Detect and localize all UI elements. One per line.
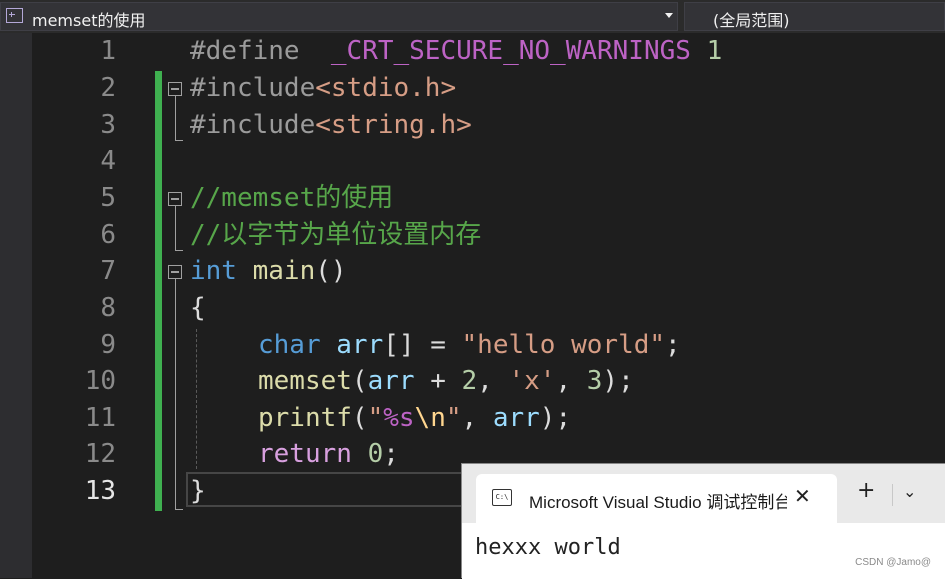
navigation-bar: memset的使用 (全局范围)	[0, 0, 945, 33]
token: _CRT_SECURE_NO_WARNINGS	[330, 36, 691, 66]
token: 0	[367, 439, 384, 469]
console-tab-bar: C:\ Microsoft Visual Studio 调试控制台 ✕ + ⌄	[462, 464, 945, 523]
line-content: #include<stdio.h>	[190, 70, 456, 107]
code-line: 10 memset(arr + 2, 'x', 3);	[0, 363, 945, 400]
token: int	[190, 256, 237, 286]
token: "	[367, 403, 384, 433]
token: return	[258, 439, 352, 469]
line-number: 12	[84, 439, 116, 469]
token: );	[602, 366, 634, 396]
code-line: 3 #include<string.h>	[0, 107, 945, 144]
line-content: printf("%s\n", arr);	[258, 400, 571, 437]
token: arr	[367, 366, 415, 396]
token: arr	[492, 403, 540, 433]
line-number: 10	[84, 366, 116, 396]
token: 2	[461, 366, 478, 396]
terminal-icon: C:\	[492, 489, 512, 506]
line-number: 11	[84, 403, 116, 433]
new-tab-button[interactable]: +	[857, 480, 875, 502]
console-output-area[interactable]: hexxx world	[462, 523, 945, 579]
token: (	[351, 366, 368, 396]
console-tab[interactable]: C:\ Microsoft Visual Studio 调试控制台 ✕	[476, 474, 837, 523]
line-number: 13	[84, 476, 116, 506]
line-content: memset(arr + 2, 'x', 3);	[258, 363, 634, 400]
token: 3	[586, 366, 603, 396]
token: ;	[383, 439, 399, 469]
line-content: #include<string.h>	[190, 107, 472, 144]
line-content: }	[190, 476, 206, 506]
line-number: 3	[100, 110, 116, 140]
token: #define	[190, 36, 300, 66]
line-content: {	[190, 293, 206, 323]
code-line: 6 //以字节为单位设置内存	[0, 217, 945, 254]
code-line: 1 #define _CRT_SECURE_NO_WARNINGS 1	[0, 33, 945, 70]
console-output: hexxx world	[475, 535, 621, 560]
symbol-scope-label: (全局范围)	[713, 11, 790, 30]
divider	[892, 484, 893, 506]
token: #include	[190, 110, 316, 140]
code-line: 5 //memset的使用	[0, 180, 945, 217]
token: ()	[315, 256, 347, 286]
token: 'x'	[508, 366, 556, 396]
line-number: 8	[100, 293, 116, 323]
token: ,	[477, 366, 509, 396]
file-scope-label: memset的使用	[32, 11, 146, 30]
watermark: CSDN @Jamo@	[855, 557, 931, 568]
line-number: 7	[100, 256, 116, 286]
token: main	[252, 256, 316, 286]
token: ,	[555, 366, 587, 396]
token: arr	[336, 330, 384, 360]
token: +	[414, 366, 462, 396]
token: #include	[190, 73, 316, 103]
token: %s	[383, 403, 415, 433]
console-tab-title: Microsoft Visual Studio 调试控制台	[529, 493, 787, 512]
line-number: 1	[100, 36, 116, 66]
token: ,	[461, 403, 493, 433]
comment: //memset的使用	[190, 183, 394, 213]
token: <stdio.h>	[315, 73, 457, 103]
token: [] =	[383, 330, 462, 360]
token: );	[539, 403, 572, 433]
symbol-scope-dropdown[interactable]: (全局范围)	[684, 2, 945, 31]
project-file-icon	[6, 8, 23, 23]
chevron-down-icon[interactable]: ⌄	[903, 482, 916, 501]
line-number: 6	[100, 220, 116, 250]
chevron-down-icon[interactable]	[665, 13, 673, 18]
token: "	[445, 403, 462, 433]
code-line: 9 char arr[] = "hello world";	[0, 327, 945, 364]
token: printf	[258, 403, 352, 433]
file-scope-dropdown[interactable]: memset的使用	[0, 2, 678, 31]
comment: //以字节为单位设置内存	[190, 220, 482, 250]
code-line: 8 {	[0, 290, 945, 327]
line-content: #define _CRT_SECURE_NO_WARNINGS 1	[190, 33, 722, 70]
token: (	[351, 403, 368, 433]
code-line: 4	[0, 143, 945, 180]
line-number: 9	[100, 330, 116, 360]
code-line: 11 printf("%s\n", arr);	[0, 400, 945, 437]
token: 1	[706, 36, 723, 66]
token: char	[258, 330, 321, 360]
line-number: 2	[100, 73, 116, 103]
token: <string.h>	[315, 110, 472, 140]
line-content: char arr[] = "hello world";	[258, 327, 681, 364]
line-content: return 0;	[258, 436, 399, 473]
token: memset	[258, 366, 352, 396]
line-content: int main()	[190, 253, 347, 290]
line-number: 5	[100, 183, 116, 213]
token: \n	[414, 403, 446, 433]
line-number: 4	[100, 146, 116, 176]
code-line: 7 int main()	[0, 253, 945, 290]
code-line: 2 #include<stdio.h>	[0, 70, 945, 107]
close-icon[interactable]: ✕	[794, 484, 811, 508]
token: ;	[665, 330, 681, 360]
token: "hello world"	[461, 330, 666, 360]
